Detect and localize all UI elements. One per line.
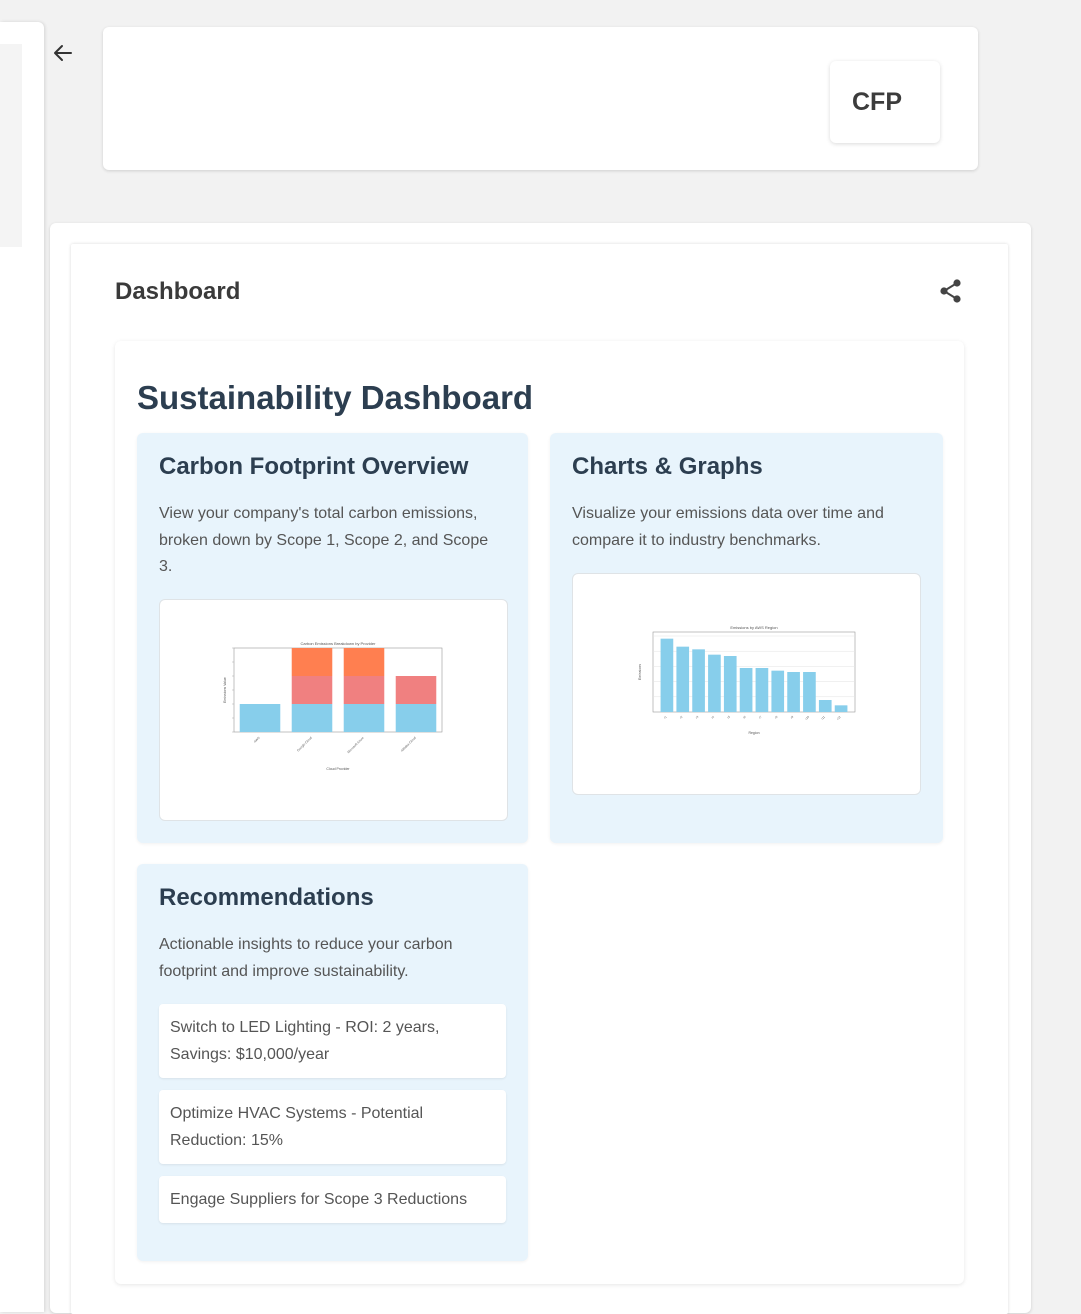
y-axis-label: Emissions Value	[223, 677, 227, 703]
charts-chart-box: Emissions by AWS Region Region Emissions r1…	[572, 573, 921, 795]
header-card: CFP	[103, 27, 978, 170]
side-panel-inner	[0, 44, 22, 247]
bar	[692, 649, 705, 712]
dashboard-label: Dashboard	[115, 278, 241, 305]
overview-panel: Carbon Footprint Overview View your comp…	[137, 433, 528, 843]
bar	[723, 656, 737, 712]
tick-label: r5	[726, 715, 731, 720]
bar	[803, 672, 816, 712]
recommendations-panel: Recommendations Actionable insights to r…	[137, 864, 528, 1261]
bar	[708, 654, 721, 712]
emissions-by-region-chart: Emissions by AWS Region Region Emissions r1…	[638, 625, 856, 735]
tick-label: r12	[836, 715, 842, 721]
bar-segment	[395, 704, 437, 732]
x-axis-label: Region	[748, 731, 759, 735]
tick-label: r9	[790, 715, 795, 720]
overview-description: View your company's total carbon emissio…	[159, 505, 489, 575]
arrow-left-icon	[54, 45, 72, 61]
cfp-badge[interactable]: CFP	[830, 61, 940, 143]
overview-title: Carbon Footprint Overview	[159, 453, 469, 480]
tick-label: r4	[710, 715, 715, 720]
tick-label: r10	[804, 715, 810, 721]
back-button[interactable]	[50, 40, 76, 66]
bar	[755, 668, 769, 712]
tick-label: r8	[774, 715, 779, 720]
recommendations-description: Actionable insights to reduce your carbo…	[159, 936, 453, 980]
page-title: Sustainability Dashboard	[137, 379, 534, 416]
recommendation-item[interactable]: Engage Suppliers for Scope 3 Reductions	[159, 1176, 506, 1223]
bar-segment	[291, 648, 333, 676]
chart-title: Emissions by AWS Region	[730, 625, 777, 630]
emissions-by-provider-chart: Carbon Emissions Breakdown by Provider Cl…	[223, 641, 443, 771]
bar-segment	[291, 676, 333, 704]
tick-label: r2	[679, 715, 684, 720]
recommendations-title: Recommendations	[159, 884, 374, 911]
tick-label: Google Cloud	[296, 736, 313, 753]
bar	[818, 700, 832, 712]
tick-label: r1	[663, 715, 668, 720]
y-axis-label: Emissions	[638, 664, 642, 680]
x-axis-label: Cloud Provider	[326, 767, 350, 771]
tick-label: AWS	[253, 736, 261, 744]
bar-segment	[343, 648, 385, 676]
side-panel	[0, 22, 44, 1312]
bar	[660, 638, 674, 712]
share-icon[interactable]	[938, 278, 964, 304]
bar-segment	[343, 676, 385, 704]
recommendation-item[interactable]: Optimize HVAC Systems - Potential Reduct…	[159, 1090, 506, 1164]
chart-title: Carbon Emissions Breakdown by Provider	[301, 641, 377, 646]
charts-panel: Charts & Graphs Visualize your emissions…	[550, 433, 943, 843]
dashboard-card: Dashboard Sustainability Dashboard Carbo…	[71, 244, 1008, 1314]
tick-label: r6	[742, 715, 747, 720]
charts-title: Charts & Graphs	[572, 453, 763, 480]
tick-label: r3	[695, 715, 700, 720]
bar	[771, 670, 785, 712]
bar	[676, 646, 690, 712]
overview-chart-box: Carbon Emissions Breakdown by Provider Cl…	[159, 599, 508, 821]
bar-segment	[395, 676, 437, 704]
tick-label: r11	[820, 715, 826, 721]
bar	[739, 668, 753, 712]
bar-segment	[343, 704, 385, 732]
bar-segment	[291, 704, 333, 732]
bar	[834, 705, 848, 712]
dashboard-container: Dashboard Sustainability Dashboard Carbo…	[50, 223, 1031, 1314]
tick-label: Microsoft Azure	[346, 736, 365, 755]
tick-label: Alibaba Cloud	[400, 736, 417, 753]
bar	[787, 672, 800, 712]
bar-segment	[239, 704, 281, 732]
recommendation-item[interactable]: Switch to LED Lighting - ROI: 2 years, S…	[159, 1004, 506, 1078]
sustainability-dashboard: Sustainability Dashboard Carbon Footprin…	[115, 341, 964, 1284]
charts-description: Visualize your emissions data over time …	[572, 505, 884, 549]
tick-label: r7	[758, 715, 763, 720]
